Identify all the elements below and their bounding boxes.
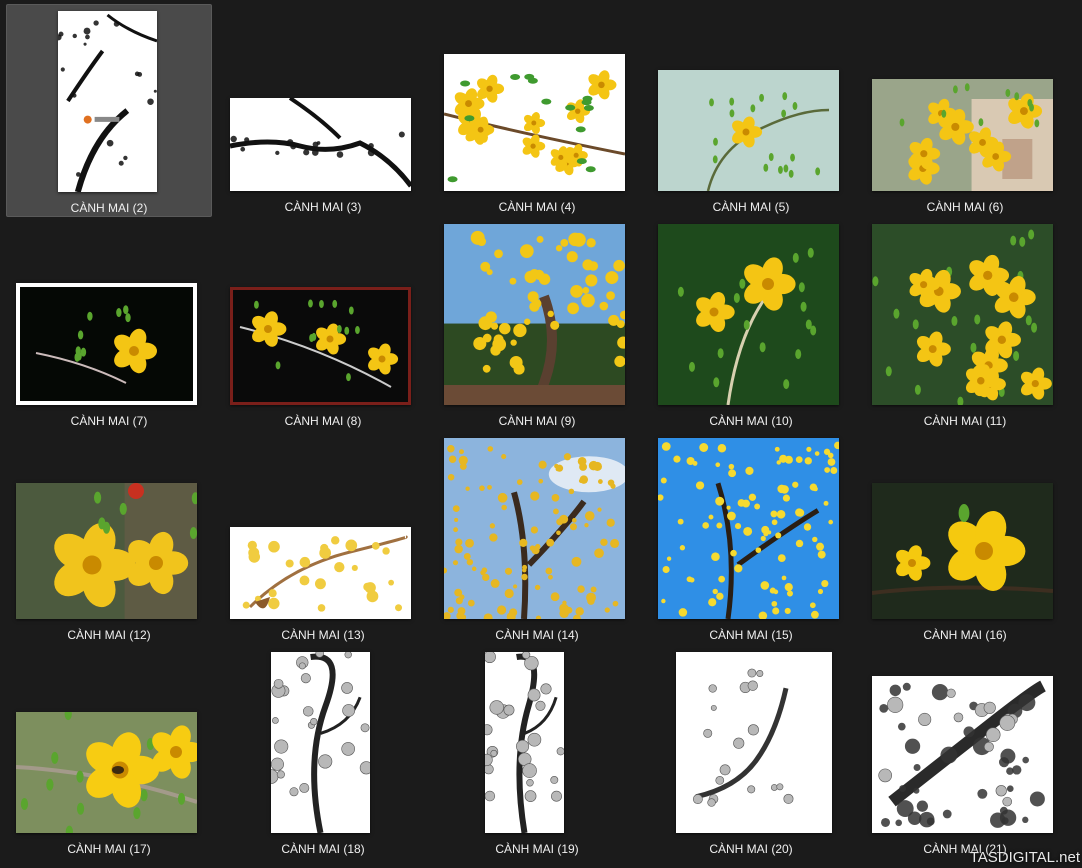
watermark: TASDIGITAL.net xyxy=(969,849,1080,866)
file-tile[interactable]: CÀNH MAI (6) xyxy=(862,4,1068,217)
file-tile[interactable]: CÀNH MAI (20) xyxy=(648,646,854,859)
file-tile[interactable]: CÀNH MAI (21) xyxy=(862,646,1068,859)
file-label: CÀNH MAI (19) xyxy=(495,842,579,856)
file-thumbnail xyxy=(16,283,197,405)
file-tile[interactable]: CÀNH MAI (9) xyxy=(434,218,640,431)
file-tile[interactable]: CÀNH MAI (12) xyxy=(6,432,212,645)
file-tile[interactable]: CÀNH MAI (4) xyxy=(434,4,640,217)
file-tile[interactable]: CÀNH MAI (14) xyxy=(434,432,640,645)
file-label: CÀNH MAI (20) xyxy=(709,842,793,856)
file-thumbnail xyxy=(872,79,1053,191)
file-tile[interactable]: CÀNH MAI (11) xyxy=(862,218,1068,431)
file-thumbnail xyxy=(230,287,411,405)
file-tile[interactable]: CÀNH MAI (18) xyxy=(220,646,426,859)
file-thumbnail xyxy=(658,70,839,191)
file-thumbnail xyxy=(230,98,411,191)
file-label: CÀNH MAI (15) xyxy=(709,628,793,642)
file-tile[interactable]: CÀNH MAI (5) xyxy=(648,4,854,217)
file-thumbnail xyxy=(444,438,625,619)
file-label: CÀNH MAI (9) xyxy=(498,414,576,428)
file-tile[interactable]: CÀNH MAI (13) xyxy=(220,432,426,645)
file-label: CÀNH MAI (7) xyxy=(70,414,148,428)
file-thumbnail xyxy=(444,54,625,191)
file-thumbnail xyxy=(676,652,832,833)
file-label: CÀNH MAI (6) xyxy=(926,200,1004,214)
file-label: CÀNH MAI (16) xyxy=(923,628,1007,642)
file-tile[interactable]: CÀNH MAI (15) xyxy=(648,432,854,645)
file-label: CÀNH MAI (17) xyxy=(67,842,151,856)
file-thumbnail xyxy=(872,676,1053,833)
file-thumbnail xyxy=(16,483,197,619)
file-tile[interactable]: CÀNH MAI (19) xyxy=(434,646,640,859)
file-thumbnail xyxy=(658,438,839,619)
file-thumbnail xyxy=(16,712,197,833)
file-label: CÀNH MAI (2) xyxy=(70,201,148,215)
file-label: CÀNH MAI (4) xyxy=(498,200,576,214)
file-label: CÀNH MAI (3) xyxy=(284,200,362,214)
file-thumbnail xyxy=(230,527,411,619)
file-thumbnail xyxy=(444,224,625,405)
file-label: CÀNH MAI (14) xyxy=(495,628,579,642)
file-tile[interactable]: CÀNH MAI (2) xyxy=(6,4,212,217)
file-label: CÀNH MAI (10) xyxy=(709,414,793,428)
file-thumbnail xyxy=(872,483,1053,619)
file-tile[interactable]: CÀNH MAI (3) xyxy=(220,4,426,217)
file-tile[interactable]: CÀNH MAI (7) xyxy=(6,218,212,431)
file-thumbnail xyxy=(58,11,157,192)
file-label: CÀNH MAI (12) xyxy=(67,628,151,642)
file-tile[interactable]: CÀNH MAI (17) xyxy=(6,646,212,859)
file-thumbnail xyxy=(485,652,564,833)
file-label: CÀNH MAI (8) xyxy=(284,414,362,428)
file-tile[interactable]: CÀNH MAI (8) xyxy=(220,218,426,431)
file-thumbnail xyxy=(271,652,370,833)
file-thumbnail xyxy=(658,224,839,405)
file-label: CÀNH MAI (18) xyxy=(281,842,365,856)
file-label: CÀNH MAI (11) xyxy=(923,414,1007,428)
file-thumbnail xyxy=(872,224,1053,405)
file-tile[interactable]: CÀNH MAI (16) xyxy=(862,432,1068,645)
file-tile[interactable]: CÀNH MAI (10) xyxy=(648,218,854,431)
file-label: CÀNH MAI (13) xyxy=(281,628,365,642)
file-label: CÀNH MAI (5) xyxy=(712,200,790,214)
